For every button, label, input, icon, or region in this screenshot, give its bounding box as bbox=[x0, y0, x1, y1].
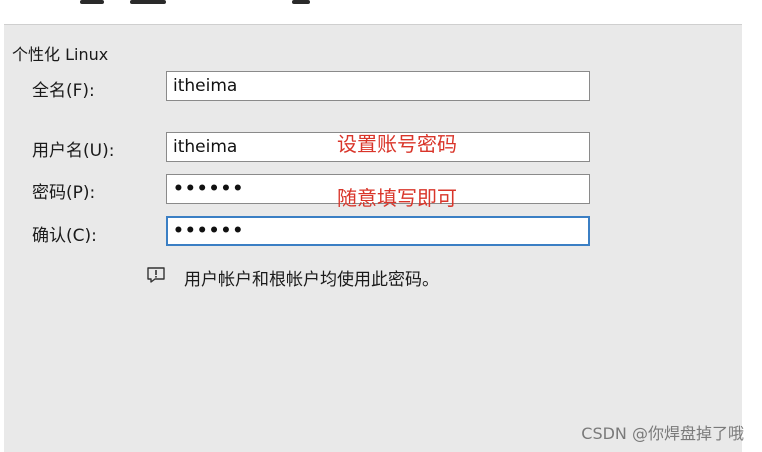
top-strip bbox=[0, 0, 762, 24]
personalize-panel: 个性化 Linux 全名(F): itheima 用户名(U): itheima… bbox=[4, 24, 742, 452]
annotation-fill-any: 随意填写即可 bbox=[337, 186, 457, 210]
installer-window: 个性化 Linux 全名(F): itheima 用户名(U): itheima… bbox=[0, 0, 762, 452]
confirm-value: •••••• bbox=[173, 221, 245, 241]
info-icon bbox=[146, 265, 166, 285]
watermark: CSDN @你焊盘掉了哦 bbox=[581, 424, 744, 443]
section-title: 个性化 Linux bbox=[12, 45, 109, 64]
annotation-set-account: 设置账号密码 bbox=[337, 132, 457, 156]
cropped-toolbar-fragment bbox=[80, 0, 104, 4]
fullname-label: 全名(F): bbox=[32, 81, 95, 101]
password-info-text: 用户帐户和根帐户均使用此密码。 bbox=[184, 270, 439, 290]
cropped-toolbar-fragment bbox=[130, 0, 166, 4]
confirm-field[interactable]: •••••• bbox=[166, 216, 590, 246]
confirm-label: 确认(C): bbox=[32, 226, 97, 246]
fullname-value: itheima bbox=[173, 76, 238, 96]
username-label: 用户名(U): bbox=[32, 141, 115, 161]
username-value: itheima bbox=[173, 137, 238, 157]
password-value: •••••• bbox=[173, 179, 245, 199]
fullname-field[interactable]: itheima bbox=[166, 71, 590, 101]
cropped-toolbar-fragment bbox=[292, 0, 310, 4]
password-label: 密码(P): bbox=[32, 183, 96, 203]
